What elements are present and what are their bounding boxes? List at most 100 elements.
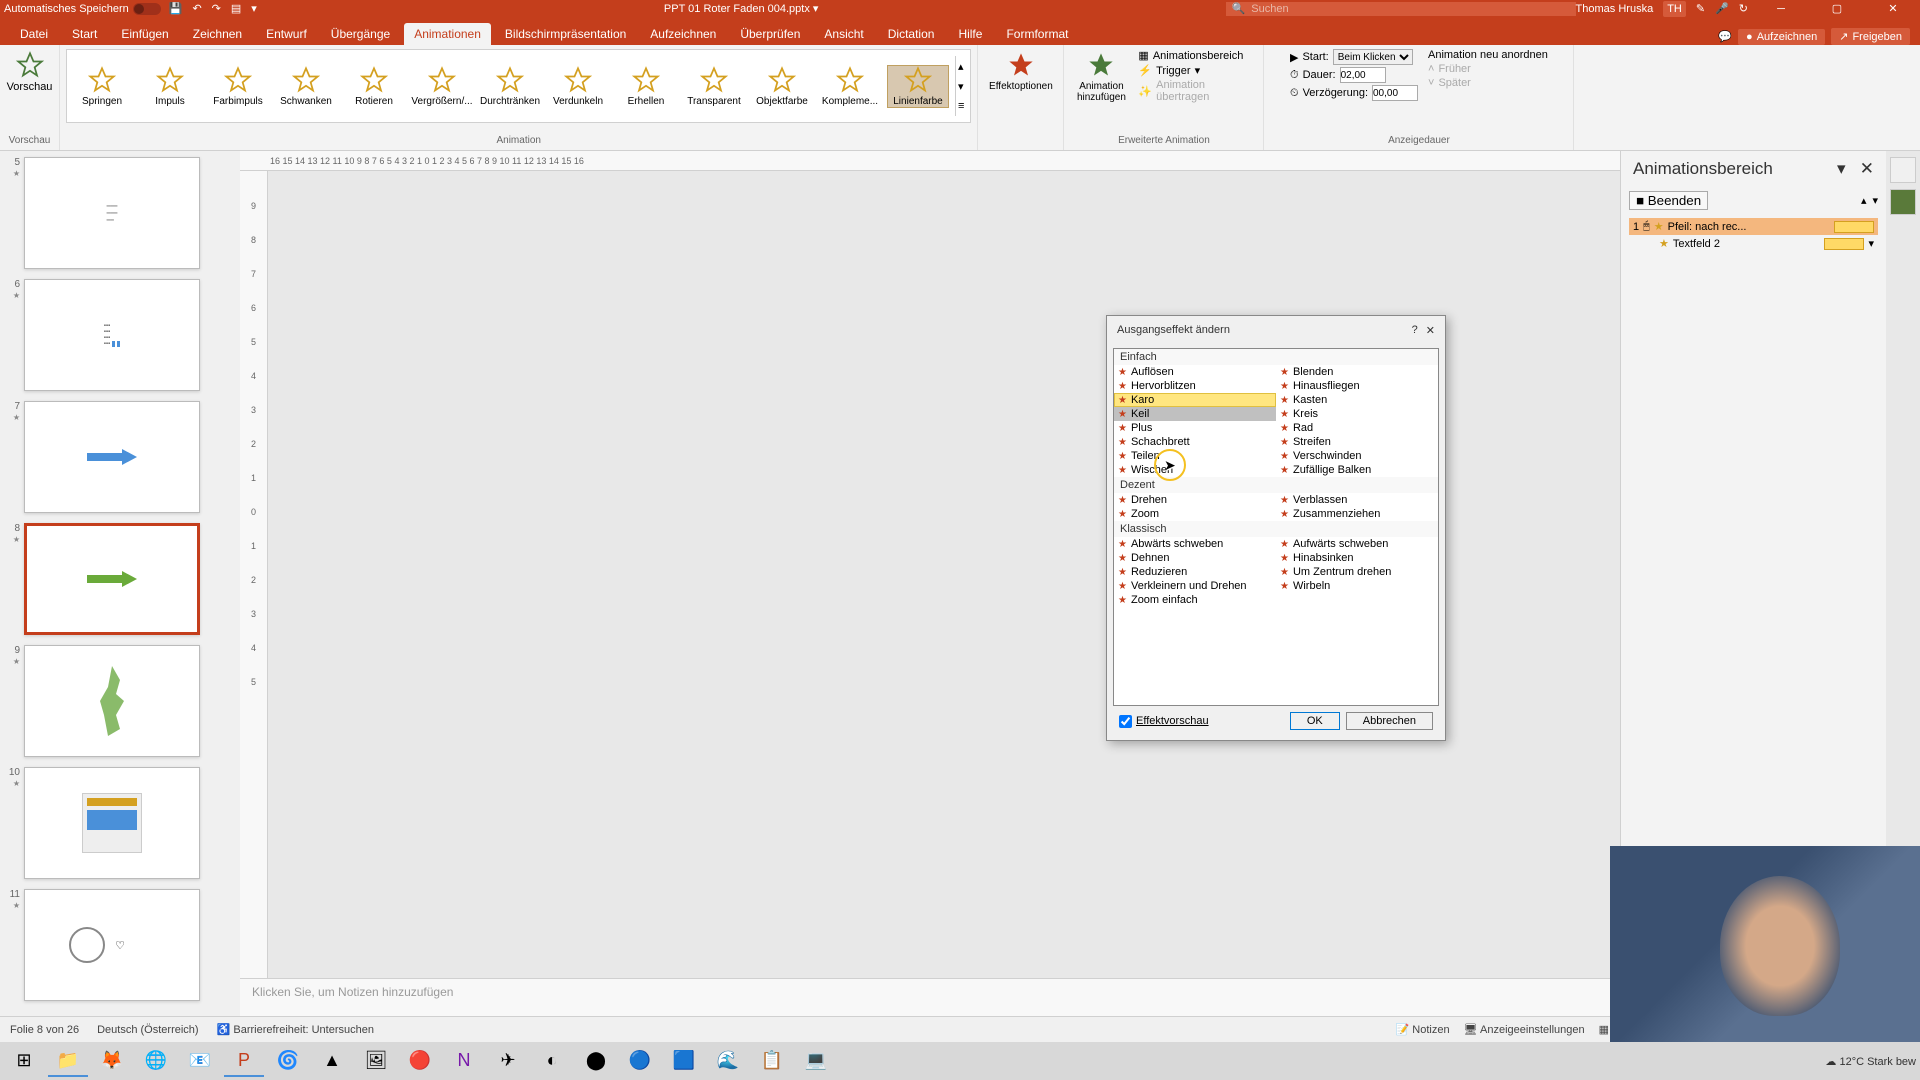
search-box[interactable]: 🔍 Suchen [1226, 2, 1576, 16]
anim-gallery-item[interactable]: Transparent [683, 66, 745, 107]
pen-icon[interactable]: ✎ [1696, 2, 1705, 15]
trigger-button[interactable]: ⚡ Trigger ▾ [1138, 64, 1257, 77]
effect-item[interactable]: ★Hervorblitzen [1114, 379, 1276, 393]
effect-item[interactable]: ★Verkleinern und Drehen [1114, 579, 1276, 593]
preview-button[interactable]: Vorschau [5, 49, 55, 95]
firefox-icon[interactable]: 🦊 [92, 1045, 132, 1077]
ribbon-tab-aufzeichnen[interactable]: Aufzeichnen [640, 23, 726, 45]
explorer-icon[interactable]: 📁 [48, 1045, 88, 1077]
move-down-icon[interactable]: ▾ [1872, 194, 1878, 207]
effect-item[interactable]: ★Zoom einfach [1114, 593, 1276, 607]
effect-item[interactable]: ★Dehnen [1114, 551, 1276, 565]
outlook-icon[interactable]: 📧 [180, 1045, 220, 1077]
effect-item[interactable]: ★Wirbeln [1276, 579, 1438, 593]
effect-options-button[interactable]: Effektoptionen [987, 49, 1055, 94]
side-tab-1[interactable] [1890, 157, 1916, 183]
pane-chevron-icon[interactable]: ▾ ✕ [1837, 159, 1874, 179]
mic-icon[interactable]: 🎤 [1715, 2, 1729, 15]
share-button[interactable]: ↗ Freigeben [1831, 28, 1910, 45]
effect-item[interactable]: ★Auflösen [1114, 365, 1276, 379]
slide-thumbnail[interactable]: 5★━━━━━━━━ [2, 157, 238, 269]
anim-gallery-item[interactable]: Verdunkeln [547, 66, 609, 107]
effect-item[interactable]: ★Streifen [1276, 435, 1438, 449]
ribbon-tab-ansicht[interactable]: Ansicht [814, 23, 873, 45]
anim-gallery-item[interactable]: Durchtränken [479, 66, 541, 107]
close-button[interactable]: ✕ [1870, 0, 1916, 17]
start-select[interactable]: Beim Klicken [1333, 49, 1413, 65]
start-control[interactable]: ▶ Start: Beim Klicken [1290, 49, 1418, 65]
slide-thumbnail[interactable]: 6★▪▪▪▪▪▪▪▪▪▪▪▪ [2, 279, 238, 391]
animation-pane-toggle[interactable]: ▦ Animationsbereich [1138, 49, 1257, 62]
slide-counter[interactable]: Folie 8 von 26 [10, 1024, 79, 1036]
preview-checkbox-input[interactable] [1119, 715, 1132, 728]
app-icon-1[interactable]: 🌀 [268, 1045, 308, 1077]
effect-item[interactable]: ★Rad [1276, 421, 1438, 435]
earlier-button[interactable]: ˄ Früher [1428, 63, 1548, 75]
record-button[interactable]: ● Aufzeichnen [1738, 29, 1825, 45]
user-avatar[interactable]: TH [1663, 1, 1686, 17]
ribbon-tab-dictation[interactable]: Dictation [878, 23, 945, 45]
slide-thumbnail[interactable]: 11★♡ [2, 889, 238, 1001]
anim-gallery-item[interactable]: Springen [71, 66, 133, 107]
notes-toggle[interactable]: 📝 Notizen [1396, 1023, 1450, 1036]
app-icon-4[interactable]: ◐ [532, 1045, 572, 1077]
animation-entry[interactable]: ★Textfeld 2▾ [1629, 235, 1878, 252]
effect-item[interactable]: ★Zufällige Balken [1276, 463, 1438, 477]
save-icon[interactable]: 💾 [169, 2, 183, 15]
later-button[interactable]: ˅ Später [1428, 77, 1548, 89]
ribbon-tab-datei[interactable]: Datei [10, 23, 58, 45]
ribbon-tab-zeichnen[interactable]: Zeichnen [183, 23, 252, 45]
telegram-icon[interactable]: ✈ [488, 1045, 528, 1077]
effect-item[interactable]: ★Hinausfliegen [1276, 379, 1438, 393]
anim-gallery-item[interactable]: Farbimpuls [207, 66, 269, 107]
delay-control[interactable]: ⏲ Verzögerung: [1290, 85, 1418, 101]
sync-icon[interactable]: ↻ [1739, 2, 1748, 15]
effect-item[interactable]: ★Karo [1114, 393, 1276, 407]
redo-icon[interactable]: ↷ [212, 2, 221, 15]
effect-preview-checkbox[interactable]: Effektvorschau [1119, 715, 1209, 728]
effect-item[interactable]: ★Zoom [1114, 507, 1276, 521]
effect-item[interactable]: ★Drehen [1114, 493, 1276, 507]
ribbon-tab-entwurf[interactable]: Entwurf [256, 23, 317, 45]
effect-item[interactable]: ★Zusammenziehen [1276, 507, 1438, 521]
comments-icon[interactable]: 💬 [1718, 30, 1732, 43]
effect-item[interactable]: ★Blenden [1276, 365, 1438, 379]
app-icon-6[interactable]: 🟦 [664, 1045, 704, 1077]
effect-item[interactable]: ★Keil [1114, 407, 1276, 421]
effect-item[interactable]: ★Abwärts schweben [1114, 537, 1276, 551]
duration-control[interactable]: ⏱ Dauer: [1290, 67, 1418, 83]
app-icon-2[interactable]: 🖼 [356, 1045, 396, 1077]
move-up-icon[interactable]: ▴ [1861, 194, 1867, 207]
ribbon-tab-formformat[interactable]: Formformat [996, 23, 1078, 45]
language-indicator[interactable]: Deutsch (Österreich) [97, 1024, 198, 1036]
effect-item[interactable]: ★Verblassen [1276, 493, 1438, 507]
effect-list[interactable]: Einfach★Auflösen★Blenden★Hervorblitzen★H… [1113, 348, 1439, 706]
gallery-more-icon[interactable]: ≡ [958, 100, 964, 112]
add-animation-button[interactable]: Animation hinzufügen [1070, 49, 1132, 105]
effect-item[interactable]: ★Schachbrett [1114, 435, 1276, 449]
animation-gallery[interactable]: SpringenImpulsFarbimpulsSchwankenRotiere… [66, 49, 971, 123]
app-icon-8[interactable]: 💻 [796, 1045, 836, 1077]
filename-chevron-icon[interactable]: ▾ [813, 3, 819, 15]
effect-item[interactable]: ★Teilen [1114, 449, 1276, 463]
view-normal-icon[interactable]: ▦ [1599, 1023, 1609, 1036]
ribbon-tab-übergänge[interactable]: Übergänge [321, 23, 400, 45]
anim-gallery-item[interactable]: Rotieren [343, 66, 405, 107]
gallery-up-icon[interactable]: ▴ [958, 60, 964, 73]
start-slideshow-icon[interactable]: ▤ [231, 2, 241, 15]
anim-gallery-item[interactable]: Impuls [139, 66, 201, 107]
effect-item[interactable]: ★Hinabsinken [1276, 551, 1438, 565]
anim-gallery-item[interactable]: Kompleme... [819, 66, 881, 107]
anim-gallery-item[interactable]: Objektfarbe [751, 66, 813, 107]
help-icon[interactable]: ? [1412, 324, 1418, 337]
undo-icon[interactable]: ↶ [192, 2, 201, 15]
ribbon-tab-animationen[interactable]: Animationen [404, 23, 491, 45]
slide-thumbnail[interactable]: 7★ [2, 401, 238, 513]
anim-gallery-item[interactable]: Linienfarbe [887, 65, 949, 108]
edge-icon[interactable]: 🌊 [708, 1045, 748, 1077]
animation-entry[interactable]: 1🖱★Pfeil: nach rec... [1629, 218, 1878, 235]
weather-widget[interactable]: ☁ 12°C Stark bew [1825, 1055, 1916, 1068]
effect-item[interactable]: ★Verschwinden [1276, 449, 1438, 463]
stop-preview-button[interactable]: ■ Beenden [1629, 191, 1708, 210]
effect-item[interactable]: ★Reduzieren [1114, 565, 1276, 579]
